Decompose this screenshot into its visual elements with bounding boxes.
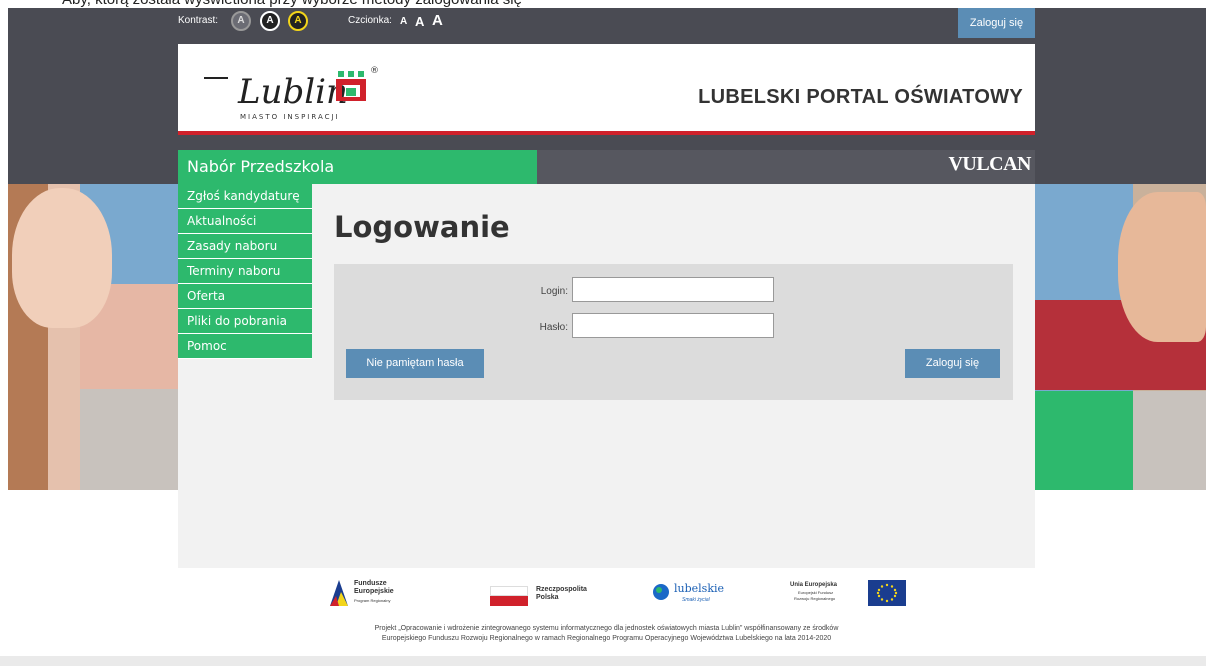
logo-registered-mark: ® (370, 66, 379, 76)
ue-line1: Unia Europejska (790, 582, 838, 588)
ue-line2: Europejski Fundusz (798, 590, 834, 595)
section-title: Nabór Przedszkola (178, 150, 537, 184)
contrast-dark-button[interactable]: A (260, 11, 280, 31)
footer-text-line2: Europejskiego Funduszu Rozwoju Regionaln… (381, 635, 832, 642)
rp-line2: Polska (536, 594, 559, 601)
password-input[interactable] (572, 313, 774, 338)
menu-item-aktualnosci[interactable]: Aktualności (178, 209, 312, 234)
side-menu: Zgłoś kandydaturę Aktualności Zasady nab… (178, 184, 312, 359)
right-decorative-green (1035, 391, 1133, 490)
polish-flag-red (490, 596, 528, 606)
font-medium-button[interactable]: A (415, 14, 424, 29)
login-label: Login: (540, 286, 568, 297)
fundusze-europejskie-icon (330, 580, 348, 606)
czcionka-label: Czcionka: (348, 15, 392, 26)
logo-tagline: MIASTO INSPIRACJI (240, 113, 340, 121)
menu-item-zglos-kandydature[interactable]: Zgłoś kandydaturę (178, 184, 312, 209)
lubelskie-text: lubelskie (674, 582, 725, 595)
menu-item-terminy-naboru[interactable]: Terminy naboru (178, 259, 312, 284)
lublin-logo-graphic: Lublin ® MIASTO INSPIRACJI (204, 66, 379, 121)
fe-line1: Fundusze (354, 580, 387, 587)
rzeczpospolita-polska-logo: Rzeczpospolita Polska (490, 572, 610, 616)
ue-line3: Rozwoju Regionalnego (794, 596, 836, 601)
menu-item-zasady-naboru[interactable]: Zasady naboru (178, 234, 312, 259)
footer-logos: Fundusze Europejskie Program Regionalny … (178, 568, 1035, 620)
brand-strip: VULCAN (537, 150, 1035, 184)
footer-project-text: Projekt „Opracowanie i wdrożenie zintegr… (178, 624, 1035, 644)
bottom-strip (0, 656, 1206, 666)
vulcan-logo: VULCAN (948, 153, 1031, 175)
unia-europejska-logo: Unia Europejska Europejski Fundusz Rozwo… (790, 572, 930, 616)
menu-item-pomoc[interactable]: Pomoc (178, 334, 312, 359)
password-label: Hasło: (539, 322, 568, 333)
left-photo-girl (12, 188, 112, 328)
logo-text: Lublin (237, 72, 348, 112)
submit-login-button[interactable]: Zaloguj się (905, 349, 1000, 378)
fe-line3: Program Regionalny (354, 598, 391, 603)
right-decorative-gray (1133, 391, 1206, 490)
page-title: Logowanie (334, 210, 510, 244)
fundusze-europejskie-logo: Fundusze Europejskie Program Regionalny (328, 572, 428, 616)
footer-text-line1: Projekt „Opracowanie i wdrożenie zintegr… (374, 625, 839, 632)
logo-emblem-icon (336, 71, 366, 101)
accessibility-bar: Kontrast: A A A Czcionka: A A A Zaloguj … (178, 8, 1035, 38)
portal-title: LUBELSKI PORTAL OŚWIATOWY (698, 86, 1023, 108)
forgot-password-button[interactable]: Nie pamiętam hasła (346, 349, 484, 378)
top-login-button[interactable]: Zaloguj się (958, 8, 1035, 38)
contrast-yellow-button[interactable]: A (288, 11, 308, 31)
font-large-button[interactable]: A (432, 12, 443, 29)
menu-item-oferta[interactable]: Oferta (178, 284, 312, 309)
login-form: Login: Hasło: Nie pamiętam hasła Zaloguj… (334, 264, 1013, 400)
header: Lublin ® MIASTO INSPIRACJI LUBELSKI PORT… (178, 44, 1035, 135)
page: { "cut_off_top_text": "Aby, którą został… (0, 0, 1206, 666)
lubelskie-logo: lubelskie Smaki życia! (652, 572, 742, 616)
left-decorative-gray (80, 389, 178, 490)
font-small-button[interactable]: A (400, 16, 407, 27)
menu-item-pliki-do-pobrania[interactable]: Pliki do pobrania (178, 309, 312, 334)
contrast-default-button[interactable]: A (231, 11, 251, 31)
lublin-logo[interactable]: Lublin ® MIASTO INSPIRACJI (190, 51, 390, 126)
right-photo-boy (1118, 192, 1206, 342)
lubelskie-icon (653, 584, 669, 600)
kontrast-label: Kontrast: (178, 15, 219, 26)
fe-line2: Europejskie (354, 588, 394, 595)
login-input[interactable] (572, 277, 774, 302)
polish-flag-white (490, 586, 528, 596)
lubelskie-slogan: Smaki życia! (682, 597, 711, 603)
eu-flag-icon (868, 580, 906, 606)
rp-line1: Rzeczpospolita (536, 586, 587, 593)
